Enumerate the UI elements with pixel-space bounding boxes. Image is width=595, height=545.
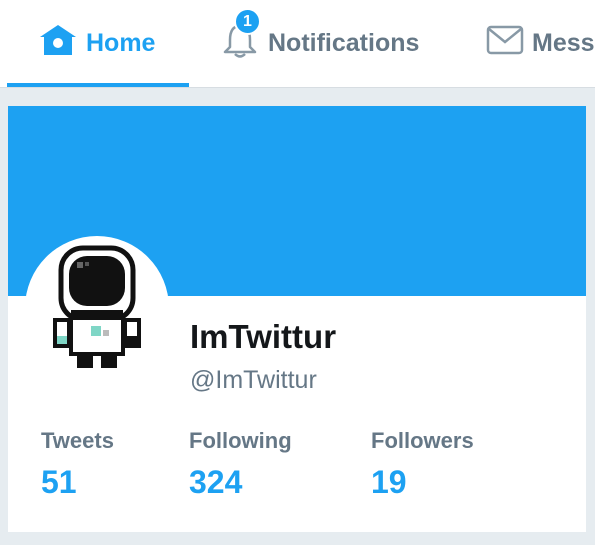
stat-tweets[interactable]: Tweets 51 bbox=[41, 428, 114, 501]
profile-name[interactable]: ImTwittur bbox=[190, 318, 336, 356]
home-icon bbox=[38, 23, 78, 64]
nav-home-active-indicator bbox=[7, 83, 189, 87]
stat-value: 19 bbox=[371, 464, 407, 500]
stat-following[interactable]: Following 324 bbox=[189, 428, 292, 501]
nav-home[interactable]: Home bbox=[7, 0, 189, 87]
stat-label: Tweets bbox=[41, 428, 114, 453]
nav-home-label: Home bbox=[86, 29, 156, 57]
stat-label: Followers bbox=[371, 428, 474, 453]
nav-messages-label: Messages bbox=[532, 29, 595, 57]
top-navigation: Home 1 Notifications Messages bbox=[0, 0, 595, 88]
stat-followers[interactable]: Followers 19 bbox=[371, 428, 474, 501]
profile-handle[interactable]: @ImTwittur bbox=[190, 366, 317, 395]
stat-label: Following bbox=[189, 428, 292, 453]
nav-messages[interactable]: Messages bbox=[486, 0, 595, 87]
notification-badge: 1 bbox=[234, 8, 261, 35]
stat-value: 51 bbox=[41, 464, 77, 500]
stat-value: 324 bbox=[189, 464, 243, 500]
nav-notifications[interactable]: 1 Notifications bbox=[220, 0, 419, 87]
profile-card: ImTwittur @ImTwittur Tweets 51 Following… bbox=[8, 106, 586, 532]
avatar[interactable] bbox=[25, 236, 169, 380]
nav-notifications-label: Notifications bbox=[268, 29, 420, 57]
astronaut-avatar-image bbox=[53, 245, 141, 368]
envelope-icon bbox=[486, 24, 524, 63]
